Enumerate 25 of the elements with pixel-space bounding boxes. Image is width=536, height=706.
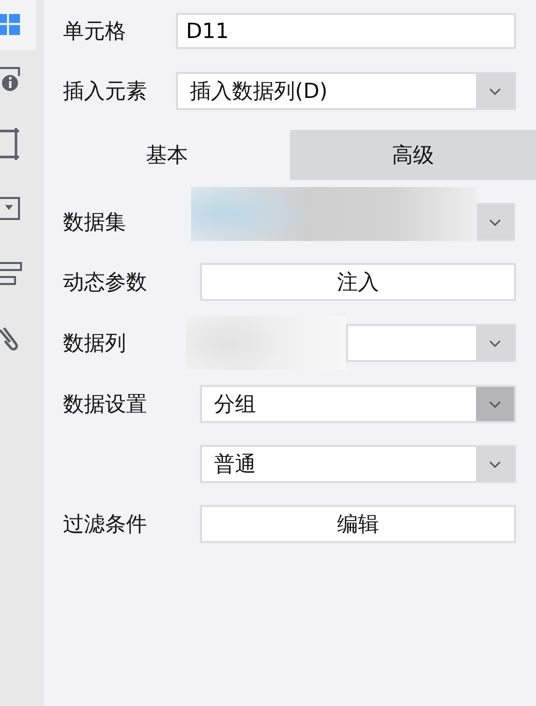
field-label: 数据列: [63, 330, 127, 357]
cell-field[interactable]: D11: [176, 13, 516, 49]
frame-icon: [0, 128, 20, 160]
field-label: 动态参数: [63, 269, 148, 296]
dropdown-field[interactable]: 分组: [200, 385, 516, 423]
dropdown-icon: [0, 196, 20, 220]
caret-icon: [489, 88, 501, 94]
caret-icon: [489, 460, 501, 468]
field-button[interactable]: 注入: [200, 263, 516, 301]
sidebar-tab[interactable]: [0, 0, 36, 50]
grid-icon: [0, 14, 20, 36]
field-label: 数据集: [63, 209, 127, 236]
field-label: 插入元素: [63, 78, 148, 105]
caret-icon: [489, 400, 501, 408]
insert-element-select[interactable]: 插入数据列(D): [176, 72, 516, 110]
dropdown-field[interactable]: 普通: [200, 445, 516, 483]
dropdown-field[interactable]: [346, 324, 516, 362]
lines-icon: [0, 262, 22, 286]
field-label: 单元格: [63, 18, 127, 45]
caret-icon: [489, 218, 501, 226]
caret-icon: [489, 340, 501, 346]
field-label: 数据设置: [63, 391, 148, 418]
tab[interactable]: 高级: [290, 130, 536, 180]
field-label: 过滤条件: [63, 511, 148, 538]
field-button[interactable]: 编辑: [200, 505, 516, 543]
